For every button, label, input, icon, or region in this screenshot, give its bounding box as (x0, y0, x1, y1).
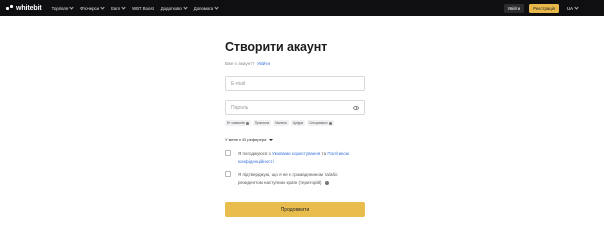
nav-item-trade[interactable]: Торгівля (52, 4, 74, 11)
terms-checkbox[interactable] (225, 150, 231, 156)
header-actions: Увійти Реєстрація UA (503, 0, 604, 16)
chevron-down-icon (121, 4, 126, 10)
chevron-down-icon (183, 4, 188, 10)
chevron-down-icon (69, 4, 74, 10)
password-field[interactable] (225, 100, 365, 115)
whitebit-logo[interactable]: whitebit (6, 5, 42, 12)
requirement-badge: Прописна (252, 120, 272, 126)
requirement-badge: Малена (273, 120, 289, 126)
chevron-down-icon (574, 4, 579, 10)
caret-down-icon (269, 138, 274, 141)
nav-item-futures[interactable]: Ф'ючерси (80, 4, 105, 11)
main-nav: Торгівля Ф'ючерси Earn WBT Boost Додатко… (52, 4, 225, 11)
referral-toggle[interactable]: У мене є ID реферера (225, 137, 274, 142)
email-input[interactable] (231, 80, 351, 87)
login-link[interactable]: Увійти (257, 61, 270, 66)
info-icon[interactable] (324, 180, 329, 185)
chevron-down-icon (100, 4, 105, 10)
language-selector[interactable]: UA (567, 4, 579, 11)
nav-item-earn[interactable]: Earn (111, 4, 126, 11)
password-input[interactable] (231, 104, 351, 111)
page-title: Створити акаунт (225, 40, 328, 54)
have-account-line: Вже є акаунт? Увійти (225, 61, 270, 66)
requirement-badge: Цифра (290, 120, 306, 126)
top-navigation-bar: whitebit Торгівля Ф'ючерси Earn WBT Boos… (0, 0, 604, 16)
logo-icon (6, 5, 14, 11)
requirement-badge: Спецсимвол (307, 120, 334, 126)
residency-text: Я підтверджую, що я не є громадянином та… (238, 172, 338, 185)
info-icon (245, 121, 249, 125)
requirement-badge: 8+ символів (225, 120, 251, 126)
eye-icon[interactable] (353, 105, 359, 110)
nav-item-help[interactable]: Допомога (194, 4, 219, 11)
login-button[interactable]: Увійти (503, 3, 525, 13)
residency-confirmation: Я підтверджую, що я не є громадянином та… (225, 171, 363, 187)
terms-text: Я погоджуюся з Умовами користування та П… (238, 151, 350, 164)
password-requirements: 8+ символів Прописна Малена Цифра Спецси… (225, 120, 336, 126)
logo-text: whitebit (16, 4, 42, 12)
terms-of-use-link[interactable]: Умовами користування (272, 151, 320, 156)
info-icon (328, 121, 332, 125)
chevron-down-icon (214, 4, 219, 10)
terms-agreement: Я погоджуюся з Умовами користування та П… (225, 150, 363, 166)
nav-item-wbt-boost[interactable]: WBT Boost (132, 6, 154, 11)
email-field[interactable] (225, 76, 365, 91)
register-button[interactable]: Реєстрація (529, 3, 560, 13)
continue-button[interactable]: Продовжити (225, 202, 365, 217)
nav-item-additional[interactable]: Додатково (161, 4, 188, 11)
residency-checkbox[interactable] (225, 171, 231, 177)
